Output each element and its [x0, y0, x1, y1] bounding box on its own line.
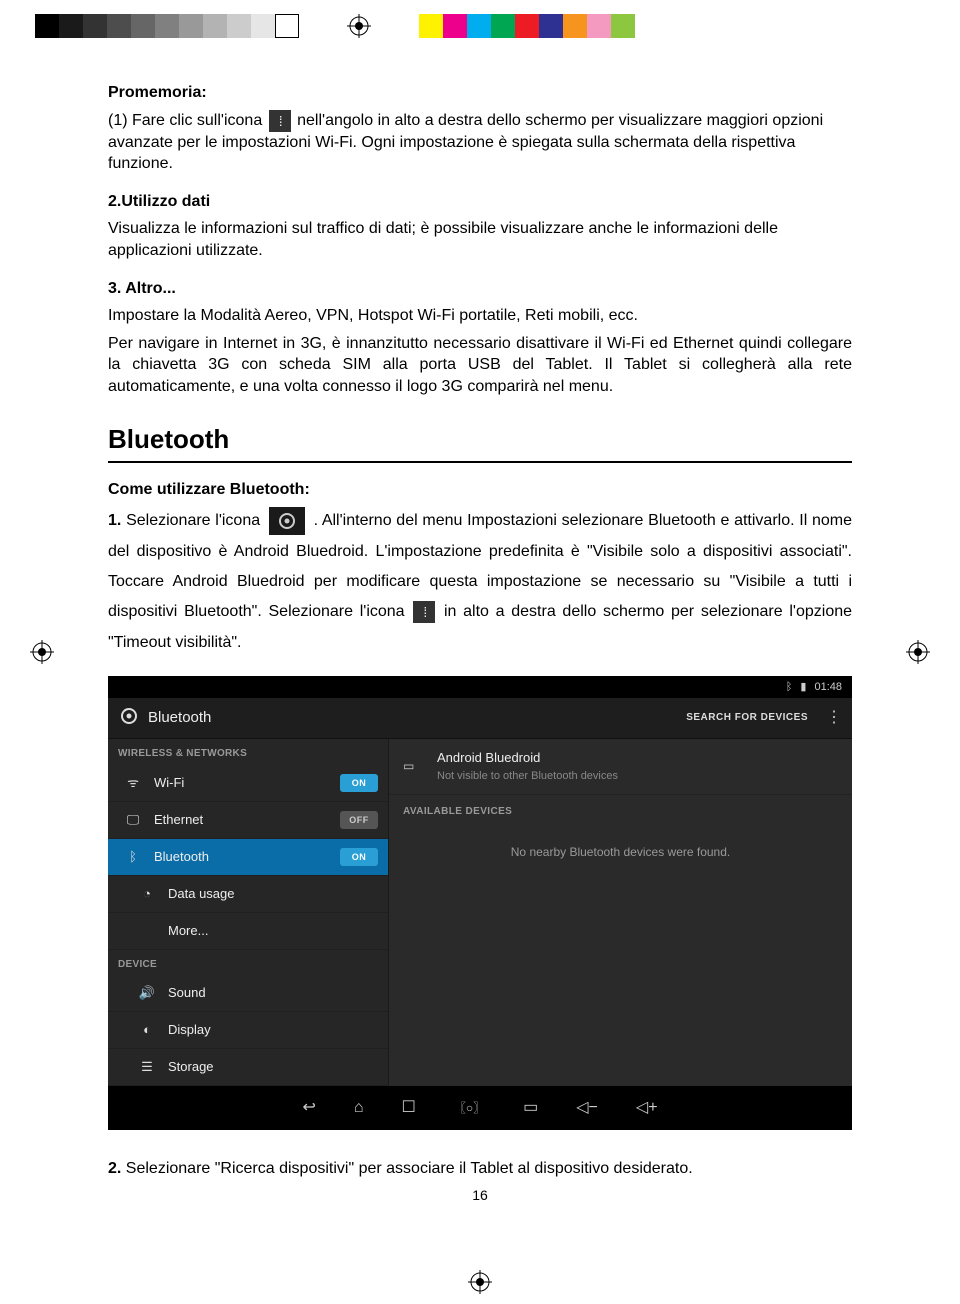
sidebar-item-label: Display [168, 1021, 211, 1039]
registration-mark-icon [347, 14, 371, 38]
ethernet-icon: 🖵 [124, 811, 142, 829]
search-for-devices-button[interactable]: SEARCH FOR DEVICES [686, 711, 808, 725]
storage-icon: ☰ [138, 1058, 156, 1076]
camera-button[interactable]: ▭ [523, 1097, 538, 1119]
home-button[interactable]: ⌂ [354, 1097, 364, 1119]
status-bar: ᛒ ▮ 01:48 [108, 676, 852, 698]
page-number: 16 [108, 1186, 852, 1205]
sidebar-item-storage[interactable]: ☰ Storage [108, 1049, 388, 1086]
divider [108, 461, 852, 463]
promemoria-heading: Promemoria: [108, 82, 852, 104]
howto-heading: Come utilizzare Bluetooth: [108, 479, 852, 501]
settings-gear-icon-titlebar [118, 705, 140, 731]
this-device-row[interactable]: ▭ Android Bluedroid Not visible to other… [389, 739, 852, 794]
sidebar-item-label: More... [168, 922, 208, 940]
back-button[interactable]: ↩ [302, 1097, 315, 1119]
sidebar-item-label: Ethernet [154, 811, 203, 829]
bluetooth-title: Bluetooth [108, 422, 852, 457]
available-devices-header: AVAILABLE DEVICES [389, 795, 852, 825]
display-icon: ◐ [138, 1021, 156, 1039]
data-usage-icon: ◔ [138, 885, 156, 903]
no-devices-message: No nearby Bluetooth devices were found. [389, 824, 852, 880]
settings-sidebar: WIRELESS & NETWORKS ᯤ Wi-Fi ON 🖵 Etherne… [108, 739, 389, 1086]
ethernet-toggle[interactable]: OFF [340, 811, 378, 829]
bluetooth-status-icon: ᛒ [786, 680, 793, 695]
sidebar-item-label: Storage [168, 1058, 214, 1076]
wifi-toggle[interactable]: ON [340, 774, 378, 792]
promemoria-body: (1) Fare clic sull'icona ⁞ nell'angolo i… [108, 110, 852, 175]
sidebar-item-label: Wi-Fi [154, 774, 184, 792]
bluetooth-icon: ᛒ [124, 848, 142, 866]
wifi-icon: ᯤ [124, 774, 142, 792]
registration-mark-left-icon [30, 640, 54, 664]
device-visibility-text: Not visible to other Bluetooth devices [437, 769, 618, 784]
volume-down-button[interactable]: ◁− [576, 1097, 598, 1119]
sidebar-item-label: Data usage [168, 885, 235, 903]
sidebar-item-wifi[interactable]: ᯤ Wi-Fi ON [108, 765, 388, 802]
sidebar-item-sound[interactable]: 🔊 Sound [108, 975, 388, 1012]
section3-body2: Per navigare in Internet in 3G, è innanz… [108, 333, 852, 398]
device-header: DEVICE [108, 950, 388, 976]
sidebar-item-ethernet[interactable]: 🖵 Ethernet OFF [108, 802, 388, 839]
settings-gear-icon [269, 507, 305, 535]
step2-body: 2. Selezionare "Ricerca dispositivi" per… [108, 1158, 852, 1180]
screenshot-button[interactable]: 〖○〗 [454, 1100, 485, 1116]
sidebar-item-label: Bluetooth [154, 848, 209, 866]
section3-heading: 3. Altro... [108, 278, 852, 300]
print-color-bar [35, 10, 960, 42]
bluetooth-settings-screenshot: ᛒ ▮ 01:48 Bluetooth SEARCH FOR DEVICES ⋮… [108, 676, 852, 1130]
section2-heading: 2.Utilizzo dati [108, 191, 852, 213]
recents-button[interactable]: ☐ [402, 1097, 416, 1119]
battery-icon: ▮ [800, 680, 806, 695]
android-navbar: ↩ ⌂ ☐ 〖○〗 ▭ ◁− ◁+ [108, 1086, 852, 1130]
sidebar-item-bluetooth[interactable]: ᛒ Bluetooth ON [108, 839, 388, 876]
registration-mark-right-icon [906, 640, 930, 664]
wireless-networks-header: WIRELESS & NETWORKS [108, 739, 388, 765]
registration-mark-bottom-icon [468, 1270, 492, 1294]
screen-title: Bluetooth [148, 708, 211, 728]
step1-body: 1. Selezionare l'icona . All'interno del… [108, 506, 852, 658]
device-name-text: Android Bluedroid [437, 749, 618, 767]
section3-body1: Impostare la Modalità Aereo, VPN, Hotspo… [108, 305, 852, 327]
section2-body: Visualizza le informazioni sul traffico … [108, 218, 852, 261]
volume-up-button[interactable]: ◁+ [636, 1097, 658, 1119]
overflow-menu-button[interactable]: ⋮ [826, 707, 842, 729]
bluetooth-toggle[interactable]: ON [340, 848, 378, 866]
overflow-menu-icon-2: ⁞ [413, 601, 435, 623]
overflow-menu-icon: ⁞ [269, 110, 291, 132]
sidebar-item-more[interactable]: More... [108, 913, 388, 950]
sidebar-item-data-usage[interactable]: ◔ Data usage [108, 876, 388, 913]
sidebar-item-display[interactable]: ◐ Display [108, 1012, 388, 1049]
clock-text: 01:48 [814, 680, 842, 695]
sidebar-item-label: Sound [168, 984, 206, 1002]
device-icon: ▭ [403, 758, 425, 774]
sound-icon: 🔊 [138, 984, 156, 1002]
